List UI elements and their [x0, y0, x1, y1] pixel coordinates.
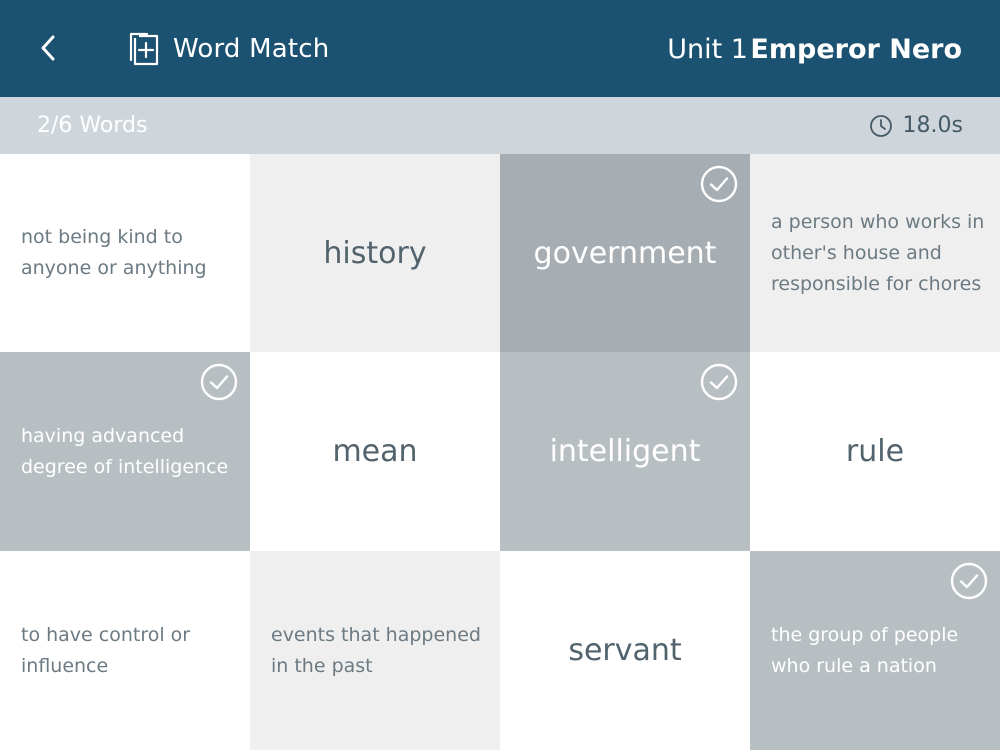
definition-text: events that happened in the past [271, 623, 481, 677]
app-title: Word Match [173, 34, 330, 64]
card-definition[interactable]: a person who works in other's house and … [750, 154, 1000, 352]
add-card-icon [129, 32, 159, 66]
check-circle-icon [950, 562, 988, 600]
card-word-matched[interactable]: intelligent [500, 352, 750, 551]
card-word[interactable]: mean [250, 352, 500, 551]
unit-label: Unit 1 [667, 33, 748, 65]
check-circle-icon [700, 363, 738, 401]
definition-text: to have control or influence [21, 623, 191, 677]
word-text: servant [568, 633, 682, 668]
definition-text: not being kind to anyone or anything [21, 226, 207, 279]
app-header: Word Match Unit 1 Emperor Nero [0, 0, 1000, 97]
card-word[interactable]: rule [750, 352, 1000, 551]
lesson-title: Emperor Nero [750, 33, 962, 65]
card-definition-matched[interactable]: having advanced degree of intelligence [0, 352, 250, 551]
card-word[interactable]: servant [500, 551, 750, 750]
word-text: history [323, 235, 427, 271]
app-brand: Word Match [127, 29, 329, 69]
clock-icon [869, 114, 892, 137]
check-circle-icon [700, 165, 738, 203]
word-text: rule [845, 434, 905, 469]
card-definition[interactable]: to have control or influence [0, 551, 250, 750]
back-button[interactable] [28, 28, 68, 68]
card-definition-matched[interactable]: the group of people who rule a nation [750, 551, 1000, 750]
timer: 18.0s [869, 97, 963, 154]
word-text: mean [332, 434, 418, 469]
word-progress: 2/6 Words [37, 113, 148, 138]
chevron-left-icon [41, 35, 55, 61]
card-word-matched[interactable]: government [500, 154, 750, 352]
card-grid: not being kind to anyone or anything his… [0, 154, 1000, 750]
card-definition[interactable]: not being kind to anyone or anything [0, 154, 250, 352]
card-definition[interactable]: events that happened in the past [250, 551, 500, 750]
timer-value: 18.0s [902, 113, 963, 138]
card-word[interactable]: history [250, 154, 500, 352]
status-bar: 2/6 Words 18.0s [0, 97, 1000, 154]
definition-text: a person who works in other's house and … [771, 210, 985, 295]
check-circle-icon [200, 363, 238, 401]
